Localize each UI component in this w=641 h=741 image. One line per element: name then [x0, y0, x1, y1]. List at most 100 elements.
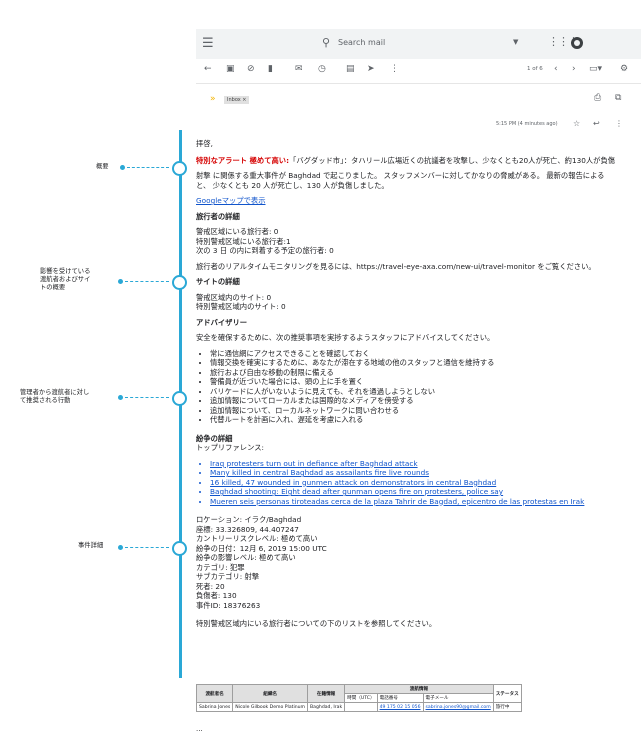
list-item: 警備員が近づいた場合には、頭の上に手を置く [210, 377, 616, 387]
table-cell: Sabrina Jones [195, 702, 234, 712]
detail-dead: 死者: 20 [196, 581, 225, 591]
gmail-top-bar: ☰ ⚲ Search mail ▼ ⋮⋮⋮ [196, 29, 641, 59]
reference-link[interactable]: Iraq protesters turn out in defiance aft… [210, 459, 616, 469]
input-tools-icon[interactable]: ▭▾ [589, 64, 602, 74]
travelers-table: 渡航者名 組織名 在籍情報 渡航情報 ステータス 時間（UTC） 電話番号 電子… [195, 684, 522, 712]
list-item: 旅行および自由な移動の制限に備える [210, 368, 616, 378]
back-arrow-icon[interactable]: ← [204, 64, 212, 74]
account-avatar[interactable] [571, 37, 583, 49]
reference-link[interactable]: Many killed in central Baghdad as assail… [210, 468, 616, 478]
table-header: 組織名 [232, 684, 309, 703]
travelers-alert-zone: 警戒区域にいる旅行者: 0 [196, 227, 279, 236]
callout-recommended-label: 管理者から渡航者に対し て推奨される行動 [20, 389, 90, 404]
reference-link[interactable]: 16 killed, 47 wounded in gunmen attack o… [210, 478, 616, 488]
incident-summary: 射撃 に関係する重大事件が Baghdad で起こりました。 スタッフメンバーに… [196, 171, 605, 190]
callout-overview-node [172, 161, 187, 176]
delete-icon[interactable]: ▮ [268, 64, 273, 74]
sites-alert-zone: 警戒区域内のサイト: 0 [196, 292, 272, 302]
travelers-arriving: 次の 3 日 の内に到着する予定の旅行者: 0 [196, 246, 334, 255]
message-header: » Inbox × ⎙ ⧉ 5:15 PM (4 minutes ago) ☆ … [196, 83, 641, 139]
snooze-icon[interactable]: ◷ [318, 64, 326, 74]
search-icon[interactable]: ⚲ [322, 36, 330, 49]
search-input[interactable]: Search mail [338, 38, 385, 47]
callout-recommended-dot [118, 395, 123, 400]
table-header: 渡航情報 [344, 684, 494, 694]
print-icon[interactable]: ⎙ [594, 93, 601, 103]
report-spam-icon[interactable]: ⊘ [247, 64, 255, 74]
callout-incident-node [172, 541, 187, 556]
next-page-icon[interactable]: › [572, 64, 576, 74]
refs-title: トップリファレンス: [196, 443, 264, 452]
list-item: 情報交換を確実にするために、あなたが滞在する地域の他のスタッフと通信を維持する [210, 358, 616, 368]
reply-icon[interactable]: ↩ [593, 119, 600, 128]
alert-text: 「バグダッド市」：タハリール広場近くの抗議者を攻撃し、少なくとも20人が死亡、約… [289, 155, 616, 165]
callout-overview-connector [127, 167, 169, 168]
more-options-icon[interactable]: ⋮ [390, 64, 399, 74]
sites-special-zone: 特別警戒区域内のサイト: 0 [196, 302, 286, 311]
table-subheader: 時間（UTC） [344, 693, 378, 703]
monitor-text: 旅行者のリアルタイムモニタリングを見るには、https://travel-eye… [196, 261, 596, 271]
callout-overview-label: 概要 [96, 163, 109, 170]
callout-impacted-dot [118, 279, 123, 284]
advisory-list: 常に通信網にアクセスできることを確認しておく 情報交換を確実にするために、あなた… [196, 349, 616, 425]
advisory-intro: 安全を確保するために、次の推奨事項を実捗するようスタッフにアドバイスしてください… [196, 333, 495, 342]
email-body: 拝啓, 特別なアラート 極めて高い:「バグダッド市」：タハリール広場近くの抗議者… [196, 139, 616, 629]
detail-date: 紛争の日付：12月 6, 2019 15:00 UTC [196, 543, 327, 553]
callout-recommended-connector [125, 397, 169, 398]
star-icon[interactable]: ☆ [573, 119, 580, 128]
alert-headline: 特別なアラート 極めて高い:「バグダッド市」：タハリール広場近くの抗議者を攻撃し… [196, 156, 616, 166]
list-item: 常に通信網にアクセスできることを確認しておく [210, 349, 616, 359]
detail-impact: 紛争の影響レベル: 極めて高い [196, 553, 296, 562]
importance-marker-icon[interactable]: » [210, 94, 216, 104]
travelers-title: 旅行者の詳細 [196, 211, 240, 221]
detail-location: ロケーション: イラク/Baghdad [196, 515, 302, 524]
move-to-icon[interactable]: ▤ [346, 64, 355, 74]
alert-level: 特別なアラート 極めて高い: [196, 155, 290, 165]
reference-link[interactable]: Mueren seis personas tiroteadas cerca de… [210, 497, 616, 507]
phone-link[interactable]: 49 175 02 15 056 [376, 702, 424, 712]
inbox-label-chip[interactable]: Inbox × [224, 96, 250, 104]
table-header: 渡航者名 [195, 684, 234, 703]
prev-page-icon[interactable]: ‹ [554, 64, 558, 74]
menu-icon[interactable]: ☰ [202, 36, 214, 51]
sites-title: サイトの詳細 [196, 277, 240, 286]
table-cell: 旅行中 [492, 702, 522, 712]
email-toolbar: ← ▣ ⊘ ▮ ✉ ◷ ▤ ➤ ⋮ 1 of 6 ‹ › ▭▾ ⚙ [196, 59, 641, 83]
archive-icon[interactable]: ▣ [226, 64, 235, 74]
callout-impacted-connector [125, 281, 169, 282]
settings-gear-icon[interactable]: ⚙ [620, 64, 628, 74]
more-actions-icon[interactable]: ⋮ [615, 119, 623, 128]
table-row: Sabrina Jones Nicole Gilbook Demo Platin… [195, 702, 522, 712]
reference-link[interactable]: Baghdad shooting: Eight dead after gunma… [210, 487, 616, 497]
search-options-icon[interactable]: ▼ [513, 38, 518, 46]
detail-subcategory: サブカテゴリ: 射撃 [196, 572, 260, 581]
greeting: 拝啓, [196, 139, 213, 148]
message-timestamp: 5:15 PM (4 minutes ago) [496, 121, 558, 127]
list-note: 特別警戒区域内にいる旅行者についての下のリストを参照してください。 [196, 619, 437, 628]
detail-country-risk: カントリーリスクレベル: 極めて高い [196, 534, 318, 543]
callout-recommended-node [172, 391, 187, 406]
ellipsis: ... [196, 725, 203, 733]
table-cell: Nicole Gilbook Demo Platinum [232, 702, 309, 712]
detail-injured: 負傷者: 130 [196, 591, 237, 600]
table-cell [344, 702, 378, 712]
detail-category: カテゴリ: 犯罪 [196, 562, 245, 572]
mark-unread-icon[interactable]: ✉ [295, 64, 303, 74]
google-maps-link[interactable]: Googleマップで表示 [196, 196, 266, 205]
email-link[interactable]: sabrina.jones90@gmail.com [422, 702, 494, 712]
callout-impacted-label: 影響を受けている 渡航者およびサイ トの概要 [40, 268, 91, 291]
open-new-window-icon[interactable]: ⧉ [615, 93, 621, 103]
callout-impacted-node [172, 275, 187, 290]
table-subheader: 電話番号 [376, 693, 424, 703]
advisory-title: アドバイザリー [196, 317, 248, 327]
table-subheader: 電子メール [422, 693, 494, 703]
label-icon[interactable]: ➤ [367, 64, 375, 74]
list-item: 代替ルートを計画に入れ、遅延を考慮に入れる [210, 415, 616, 425]
detail-coordinates: 座標: 33.326809, 44.407247 [196, 524, 299, 534]
travelers-special-zone: 特別警戒区域にいる旅行者:1 [196, 236, 291, 246]
table-header: ステータス [492, 684, 522, 703]
callout-incident-connector [125, 547, 169, 548]
references-list: Iraq protesters turn out in defiance aft… [196, 459, 616, 507]
pagination-label: 1 of 6 [527, 66, 543, 72]
incident-title: 紛争の詳細 [196, 433, 233, 443]
